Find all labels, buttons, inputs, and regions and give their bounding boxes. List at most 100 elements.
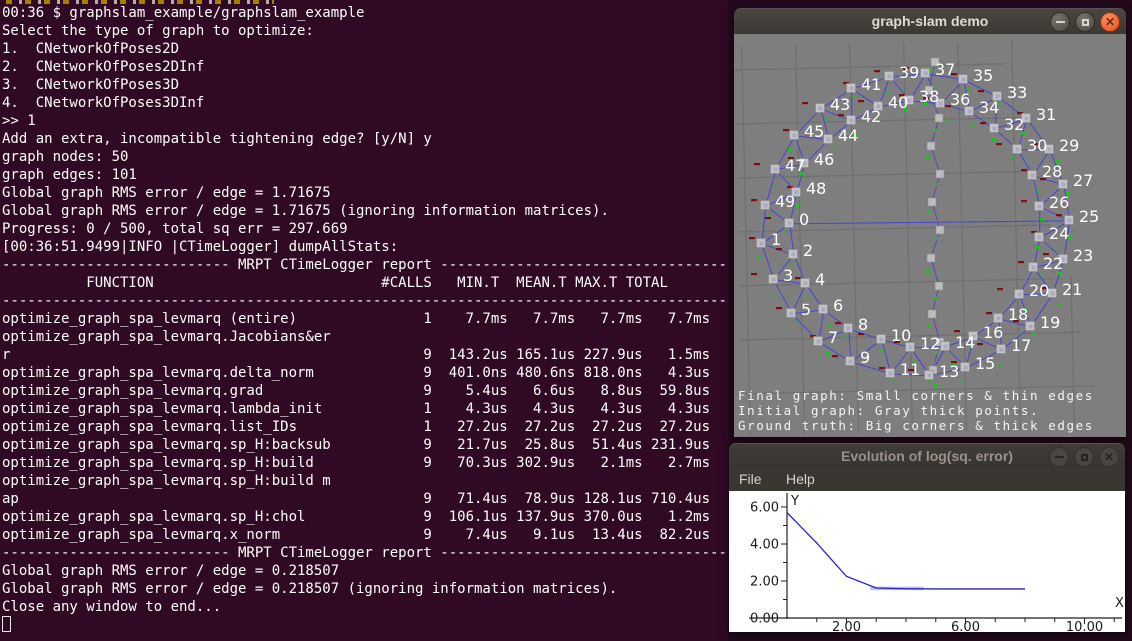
terminal-line: optimize_graph_spa_levmarq.grad 9 5.4us … (2, 382, 728, 400)
terminal-line: Global graph RMS error / edge = 0.218507… (2, 580, 728, 598)
terminal-line: ap 9 71.4us 78.9us 128.1us 710.4us (2, 490, 728, 508)
svg-text:17: 17 (1011, 336, 1031, 355)
svg-text:4: 4 (815, 270, 825, 289)
svg-text:19: 19 (1040, 313, 1060, 332)
svg-text:22: 22 (1043, 254, 1063, 273)
svg-text:30: 30 (1027, 136, 1047, 155)
terminal-line: Global graph RMS error / edge = 0.218507 (2, 562, 728, 580)
svg-text:16: 16 (983, 323, 1003, 342)
terminal-line: 3. CNetworkOfPoses3D (2, 76, 728, 94)
svg-text:6: 6 (833, 296, 843, 315)
svg-text:0.00: 0.00 (750, 612, 779, 627)
svg-text:48: 48 (806, 179, 826, 198)
svg-text:12: 12 (920, 334, 940, 353)
graph-minimize-button[interactable] (1050, 12, 1070, 32)
terminal-line: optimize_graph_spa_levmarq.sp_H:build m (2, 472, 728, 490)
terminal-line: optimize_graph_spa_levmarq.x_norm 9 7.4u… (2, 526, 728, 544)
svg-text:31: 31 (1036, 105, 1056, 124)
svg-text:7: 7 (828, 328, 838, 347)
svg-text:2.00: 2.00 (750, 575, 779, 590)
svg-text:20: 20 (1029, 281, 1049, 300)
svg-text:10: 10 (891, 326, 911, 345)
maximize-icon (1082, 19, 1089, 26)
terminal-line: optimize_graph_spa_levmarq.list_IDs 1 27… (2, 418, 728, 436)
svg-text:49: 49 (775, 192, 795, 211)
svg-text:25: 25 (1079, 207, 1099, 226)
terminal-line: Add an extra, incompatible tightening ed… (2, 130, 728, 148)
terminal-line: Global graph RMS error / edge = 1.71675 … (2, 202, 728, 220)
terminal-line: optimize_graph_spa_levmarq (entire) 1 7.… (2, 310, 728, 328)
graph-close-button[interactable]: ✕ (1100, 12, 1120, 32)
svg-text:18: 18 (1008, 305, 1028, 324)
terminal-line: FUNCTION #CALLS MIN.T MEAN.T MAX.T TOTAL (2, 274, 728, 292)
terminal-line: Close any window to end... (2, 598, 728, 616)
svg-text:44: 44 (838, 126, 858, 145)
legend-line-final: Final graph: Small corners & thin edges (738, 388, 1094, 403)
svg-text:26: 26 (1049, 193, 1069, 212)
menubar: File Help (729, 468, 1125, 491)
svg-text:38: 38 (919, 87, 939, 106)
graph-slam-demo-window: graph-slam demo ✕ 0123456789101112131415… (734, 8, 1126, 437)
terminal-line: --------------------------- MRPT CTimeLo… (2, 256, 728, 274)
svg-text:47: 47 (785, 156, 805, 175)
terminal-line: optimize_graph_spa_levmarq.sp_H:backsub … (2, 436, 728, 454)
terminal-line: optimize_graph_spa_levmarq.sp_H:chol 9 1… (2, 508, 728, 526)
minimize-icon (1055, 456, 1064, 458)
svg-text:32: 32 (1004, 115, 1024, 134)
terminal-line: --------------------------- MRPT CTimeLo… (2, 544, 728, 562)
svg-text:33: 33 (1007, 83, 1027, 102)
svg-text:2.00: 2.00 (832, 620, 861, 632)
svg-text:8: 8 (858, 315, 868, 334)
terminal-line: optimize_graph_spa_levmarq.Jacobians&er (2, 328, 728, 346)
svg-text:27: 27 (1073, 171, 1093, 190)
graph-titlebar[interactable]: graph-slam demo ✕ (734, 8, 1126, 34)
error-plot-window: Evolution of log(sq. error) ✕ File Help … (729, 443, 1125, 632)
svg-text:45: 45 (804, 122, 824, 141)
svg-text:39: 39 (899, 63, 919, 82)
svg-text:15: 15 (975, 354, 995, 373)
svg-text:41: 41 (861, 75, 881, 94)
terminal-output: 00:36 $ graphslam_example/graphslam_exam… (2, 4, 728, 616)
svg-text:42: 42 (861, 107, 881, 126)
minimize-icon (1056, 21, 1065, 23)
terminal-line: optimize_graph_spa_levmarq.sp_H:build 9 … (2, 454, 728, 472)
graph-maximize-button[interactable] (1075, 12, 1095, 32)
svg-text:36: 36 (950, 90, 970, 109)
graph-canvas[interactable]: 0123456789101112131415161718192021222324… (734, 34, 1126, 437)
plot-minimize-button[interactable] (1049, 447, 1069, 467)
plot-canvas[interactable]: 0.002.004.006.002.006.0010.00YX (729, 491, 1125, 632)
svg-text:10.00: 10.00 (1066, 620, 1103, 632)
svg-text:23: 23 (1073, 246, 1093, 265)
terminal-cursor (2, 616, 11, 632)
svg-text:13: 13 (939, 362, 959, 381)
svg-text:2: 2 (803, 241, 813, 260)
terminal-line: ----------------------------------------… (2, 292, 728, 310)
svg-text:1: 1 (771, 230, 781, 249)
svg-text:6.00: 6.00 (750, 501, 779, 516)
svg-text:5: 5 (801, 300, 811, 319)
menu-item-file[interactable]: File (729, 468, 772, 487)
svg-text:Y: Y (790, 494, 799, 509)
svg-text:X: X (1115, 596, 1124, 611)
maximize-icon (1081, 454, 1088, 461)
terminal-line: optimize_graph_spa_levmarq.lambda_init 1… (2, 400, 728, 418)
terminal-line: 4. CNetworkOfPoses3DInf (2, 94, 728, 112)
svg-text:9: 9 (860, 348, 870, 367)
legend-line-groundtruth: Ground truth: Big corners & thick edges (738, 418, 1094, 433)
terminal-line: Global graph RMS error / edge = 1.71675 (2, 184, 728, 202)
svg-text:37: 37 (935, 60, 955, 79)
svg-text:4.00: 4.00 (750, 538, 779, 553)
svg-text:21: 21 (1062, 280, 1082, 299)
terminal-window[interactable]: 00:36 $ graphslam_example/graphslam_exam… (0, 0, 728, 641)
legend-line-initial: Initial graph: Gray thick points. (738, 403, 1094, 418)
svg-text:35: 35 (973, 66, 993, 85)
svg-text:0: 0 (799, 210, 809, 229)
plot-maximize-button[interactable] (1074, 447, 1094, 467)
plot-close-button[interactable]: ✕ (1099, 447, 1119, 467)
svg-text:29: 29 (1059, 136, 1079, 155)
terminal-line: 2. CNetworkOfPoses2DInf (2, 58, 728, 76)
close-icon: ✕ (1105, 16, 1115, 28)
plot-titlebar[interactable]: Evolution of log(sq. error) ✕ (729, 443, 1125, 469)
terminal-line: 1. CNetworkOfPoses2D (2, 40, 728, 58)
menu-item-help[interactable]: Help (776, 468, 825, 487)
